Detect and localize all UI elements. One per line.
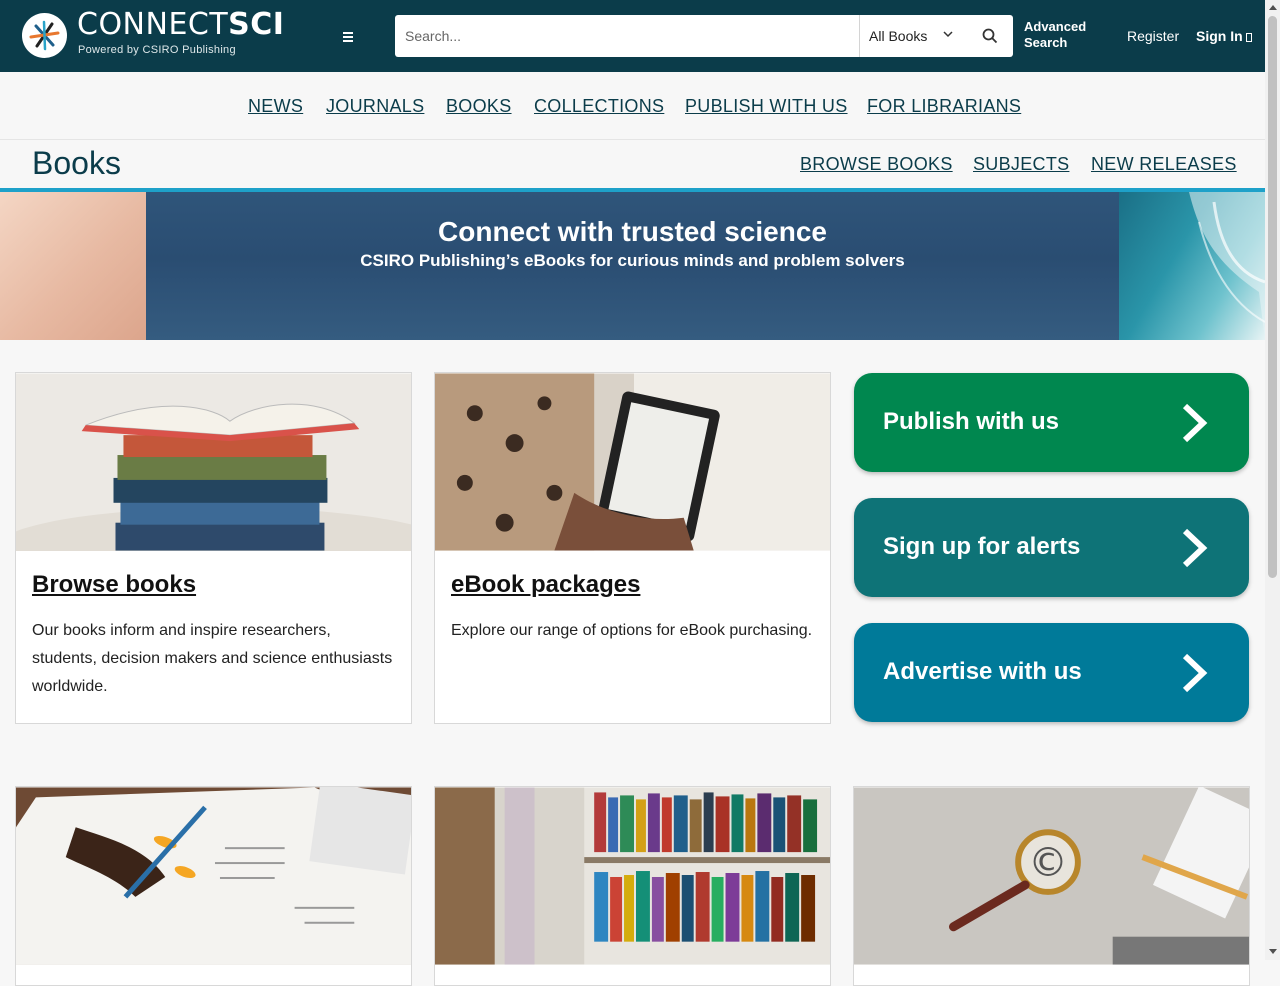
advertise-with-us-button[interactable]: Advertise with us [854, 623, 1249, 722]
card-title-browse-books[interactable]: Browse books [32, 571, 196, 599]
banner-subtitle: CSIRO Publishing’s eBooks for curious mi… [360, 251, 905, 270]
sign-in-caret-icon [1245, 32, 1252, 42]
menu-icon [343, 32, 353, 34]
chevron-right-icon [1182, 403, 1208, 443]
promo-label: Advertise with us [883, 658, 1082, 685]
hero-banner: Connect with trusted science CSIRO Publi… [0, 192, 1265, 340]
sign-up-for-alerts-button[interactable]: Sign up for alerts [854, 498, 1249, 597]
page-title: Books [32, 145, 121, 181]
card-lower-2[interactable] [434, 786, 831, 986]
svg-text:©: © [1028, 840, 1068, 886]
card-browse-books[interactable]: Browse books Our books inform and inspir… [15, 372, 412, 724]
logo-text-bold: SCI [228, 7, 285, 42]
main-nav: NEWS JOURNALS BOOKS COLLECTIONS PUBLISH … [0, 72, 1265, 140]
connectsci-logo-icon[interactable] [22, 13, 67, 58]
site-header: CONNECTSCI Powered by CSIRO Publishing A… [0, 0, 1265, 72]
card-description: Our books inform and inspire researchers… [32, 622, 393, 695]
card-ebook-packages[interactable]: eBook packages Explore our range of opti… [434, 372, 831, 724]
page-scrollbar[interactable] [1265, 0, 1280, 960]
magnifying-glass-copyright-image: © [854, 787, 1249, 965]
banner-title: Connect with trusted science [438, 216, 827, 247]
advanced-search-link[interactable]: Advanced Search [1024, 19, 1094, 51]
chevron-right-icon [1182, 653, 1208, 693]
logo-text-light: CONNECT [77, 7, 229, 42]
menu-icon-bar [343, 40, 353, 42]
nav-item-for-librarians[interactable]: FOR LIBRARIANS [867, 96, 1021, 117]
register-link[interactable]: Register [1127, 28, 1179, 44]
card-lower-1[interactable] [15, 786, 412, 986]
card-description: Explore our range of options for eBook p… [451, 622, 813, 639]
promo-label: Sign up for alerts [883, 533, 1081, 560]
nav-item-collections[interactable]: COLLECTIONS [534, 96, 664, 117]
nav-item-publish-with-us[interactable]: PUBLISH WITH US [685, 96, 848, 117]
nav-item-books[interactable]: BOOKS [446, 96, 512, 117]
logo-tagline: Powered by CSIRO Publishing [78, 44, 236, 56]
nav-item-news[interactable]: NEWS [248, 96, 303, 117]
ereader-image [435, 373, 830, 551]
search-input[interactable] [395, 15, 859, 57]
chevron-right-icon [1182, 528, 1208, 568]
search-icon [982, 28, 998, 44]
search-button[interactable] [967, 15, 1013, 57]
writing-hand-image [16, 787, 411, 965]
subnav-item-browse-books[interactable]: BROWSE BOOKS [800, 154, 953, 175]
library-shelves-image [435, 787, 830, 965]
search-scope-value: All Books [869, 28, 928, 44]
scroll-down-icon[interactable] [1269, 949, 1277, 954]
scroll-up-icon[interactable] [1269, 5, 1277, 10]
sign-in-link[interactable]: Sign In [1196, 28, 1252, 44]
stacked-books-image [16, 373, 411, 551]
site-logo-wordmark[interactable]: CONNECTSCI [77, 7, 284, 43]
card-title-ebook-packages[interactable]: eBook packages [451, 571, 640, 599]
publish-with-us-button[interactable]: Publish with us [854, 373, 1249, 472]
card-lower-3[interactable]: © [853, 786, 1250, 986]
subnav-item-new-releases[interactable]: NEW RELEASES [1091, 154, 1237, 175]
scrollbar-thumb[interactable] [1268, 16, 1277, 578]
search-scope-select[interactable]: All Books [859, 15, 967, 57]
chevron-down-icon [943, 31, 953, 38]
subnav-item-subjects[interactable]: SUBJECTS [973, 154, 1069, 175]
promo-label: Publish with us [883, 408, 1060, 435]
nav-item-journals[interactable]: JOURNALS [326, 96, 424, 117]
sign-in-label: Sign In [1196, 28, 1243, 44]
menu-toggle-button[interactable] [339, 27, 357, 45]
section-header: Books BROWSE BOOKS SUBJECTS NEW RELEASES [0, 140, 1265, 188]
search-bar: All Books [395, 15, 1013, 57]
menu-icon-bar [343, 36, 353, 38]
